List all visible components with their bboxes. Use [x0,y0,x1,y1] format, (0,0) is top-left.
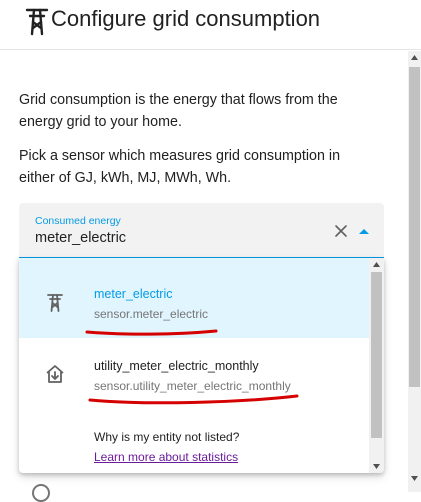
option-utility-meter-electric-monthly[interactable]: utility_meter_electric_monthly sensor.ut… [19,338,369,418]
arrow-up-icon[interactable] [358,227,370,235]
dialog-header: Configure grid consumption [0,0,421,50]
option-meter-electric[interactable]: meter_electric sensor.meter_electric [19,258,369,338]
scroll-up-arrow-icon[interactable] [411,55,418,60]
consumed-energy-input[interactable]: meter_electric [35,230,126,246]
page-scrollbar-thumb[interactable] [409,67,420,387]
option-name: meter_electric [94,287,173,301]
option-entity-id: sensor.utility_meter_electric_monthly [94,379,291,393]
consumed-energy-combobox[interactable]: Consumed energy meter_electric [19,203,384,259]
dialog-title: Configure grid consumption [51,6,321,31]
scroll-down-arrow-icon[interactable] [411,476,418,481]
scroll-down-arrow-icon[interactable] [373,464,380,469]
description-grid-consumption: Grid consumption is the energy that flow… [19,92,338,130]
option-name: utility_meter_electric_monthly [94,359,259,373]
partial-radio-icon [32,484,50,502]
transmission-tower-icon [47,294,63,312]
help-section: Why is my entity not listed? Learn more … [94,430,239,464]
entity-dropdown-list[interactable]: meter_electric sensor.meter_electric uti… [19,258,384,473]
page-scrollbar[interactable] [408,51,421,492]
option-entity-id: sensor.meter_electric [94,307,209,321]
dropdown-scrollbar-thumb[interactable] [371,272,382,438]
dropdown-scrollbar[interactable] [369,258,384,473]
home-import-icon [46,365,64,383]
consumed-energy-label: Consumed energy [35,215,121,227]
close-icon[interactable] [333,223,349,239]
scroll-up-arrow-icon[interactable] [373,262,380,267]
help-question: Why is my entity not listed? [94,430,240,444]
description-pick-sensor: Pick a sensor which measures grid consum… [19,148,341,186]
learn-more-statistics-link[interactable]: Learn more about statistics [94,450,239,464]
transmission-tower-icon [25,8,49,36]
